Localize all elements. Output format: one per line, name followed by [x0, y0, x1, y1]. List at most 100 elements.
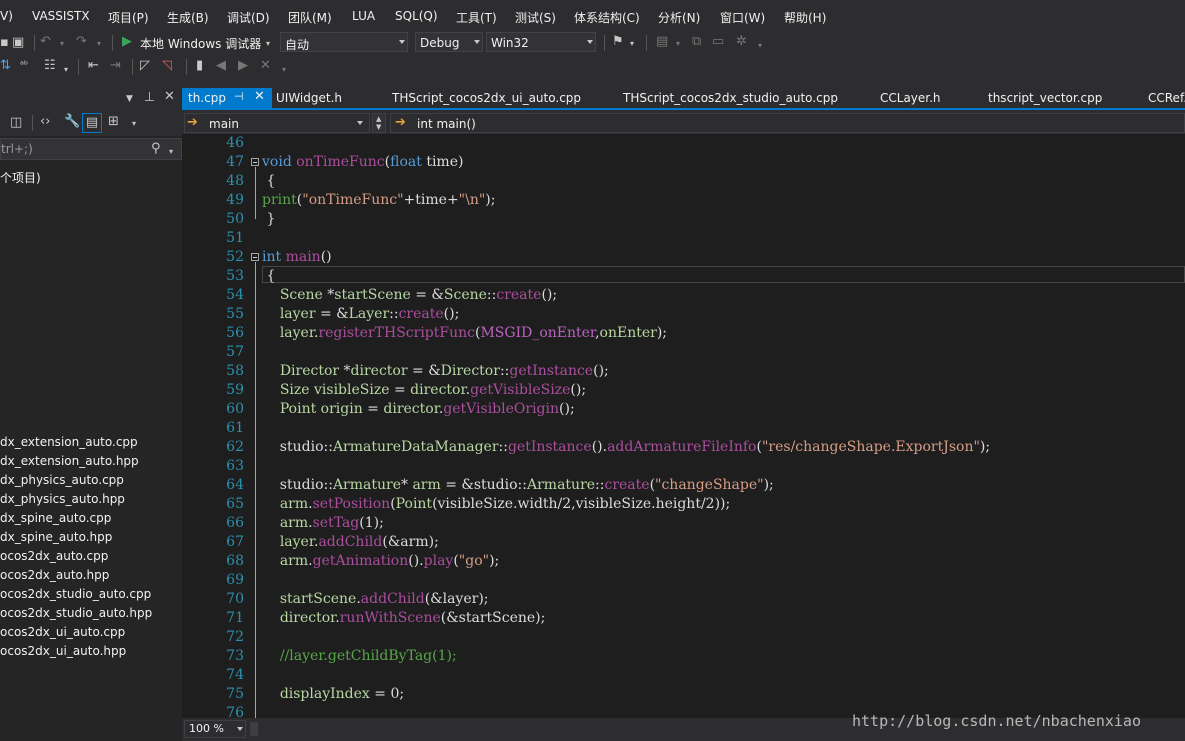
file-item[interactable]: ocos2dx_ui_auto.hpp — [0, 644, 126, 658]
uncomment-icon[interactable]: ◹ — [162, 59, 172, 73]
menu-item-vassistx[interactable]: VASSISTX — [32, 9, 90, 23]
line-number: 53 — [226, 268, 244, 284]
code-editor[interactable]: void onTimeFunc(float time) { print("onT… — [182, 134, 1185, 718]
zoom-combo[interactable]: 100 % — [184, 720, 246, 738]
menu-item-analyze[interactable]: 分析(N) — [658, 9, 700, 26]
file-item[interactable]: ocos2dx_studio_auto.hpp — [0, 606, 152, 620]
tab-cclayer-h[interactable]: CCLayer.h — [880, 88, 980, 108]
redo-icon[interactable]: ↷ — [76, 35, 87, 49]
indent-icon[interactable]: ⇥ — [110, 59, 121, 73]
file-item[interactable]: ocos2dx_auto.cpp — [0, 549, 108, 563]
close-icon[interactable]: ✕ — [164, 90, 175, 104]
file-item[interactable]: dx_physics_auto.cpp — [0, 473, 124, 487]
menu-item-sql[interactable]: SQL(Q) — [395, 9, 438, 23]
menu-item-debug[interactable]: 调试(D) — [227, 9, 270, 26]
document-tabs: th.cpp ⊣ ✕ UIWidget.h THScript_cocos2dx_… — [182, 88, 1185, 110]
file-item[interactable]: ocos2dx_ui_auto.cpp — [0, 625, 125, 639]
toolbar-dropdown-icon[interactable]: ▾ — [132, 117, 136, 131]
sync-icon[interactable]: ◫ — [10, 116, 22, 130]
menu-item-help[interactable]: 帮助(H) — [784, 9, 826, 26]
fold-collapse-icon[interactable] — [251, 158, 259, 166]
class-view-icon[interactable]: ⊞ — [108, 115, 119, 129]
format-dropdown-icon[interactable]: ▾ — [64, 63, 68, 77]
menu-item-tools[interactable]: 工具(T) — [456, 9, 497, 26]
spelling-icon[interactable]: ᵃᵇ — [20, 59, 28, 73]
close-icon[interactable]: ✕ — [254, 89, 265, 104]
line-number: 59 — [226, 382, 244, 398]
show-all-files-icon[interactable]: ▤ — [82, 113, 102, 133]
pin-icon[interactable]: ⊣ — [234, 90, 244, 103]
tab-studio-auto-cpp[interactable]: THScript_cocos2dx_studio_auto.cpp — [623, 88, 873, 108]
search-options-icon[interactable]: ▾ — [169, 145, 173, 159]
build-config-combo[interactable]: Debug — [415, 32, 483, 52]
tools-icon[interactable]: ✲ — [736, 35, 747, 49]
menu-item-team[interactable]: 团队(M) — [288, 9, 332, 26]
undo-icon[interactable]: ↶ — [40, 35, 51, 49]
file-item[interactable]: dx_extension_auto.hpp — [0, 454, 139, 468]
scope-combo[interactable]: ➔ main — [184, 113, 370, 133]
toggle-bookmark-icon[interactable]: ▮ — [196, 59, 203, 73]
tab-ui-auto-cpp[interactable]: THScript_cocos2dx_ui_auto.cpp — [392, 88, 617, 108]
platform-combo[interactable]: Win32 — [486, 32, 596, 52]
file-item[interactable]: ocos2dx_studio_auto.cpp — [0, 587, 151, 601]
horizontal-scrollbar[interactable] — [250, 722, 258, 736]
fold-collapse-icon[interactable] — [251, 253, 259, 261]
bookmark-dropdown-icon[interactable]: ▾ — [676, 37, 680, 51]
menu-item-test[interactable]: 测试(S) — [515, 9, 556, 26]
attach-dropdown-icon[interactable]: ▾ — [630, 37, 634, 51]
tab-uiwidget-h[interactable]: UIWidget.h — [274, 88, 384, 108]
split-button[interactable]: ▲ ▼ — [372, 113, 386, 133]
next-bookmark-icon[interactable]: ▶ — [238, 59, 248, 73]
redo-dropdown-icon[interactable]: ▾ — [97, 37, 101, 51]
tab-th-cpp[interactable]: th.cpp ⊣ ✕ — [182, 88, 272, 108]
save-all-icon[interactable]: ▣ — [12, 36, 24, 50]
search-icon[interactable]: ⚲ — [151, 142, 161, 156]
solution-root-item[interactable]: 个项目) — [0, 169, 41, 186]
chevron-down-icon — [237, 727, 243, 731]
menu-item-build[interactable]: 生成(B) — [167, 9, 209, 26]
line-number: 62 — [226, 439, 244, 455]
code-view-icon[interactable]: ‹› — [40, 115, 50, 129]
prev-bookmark-icon[interactable]: ◀ — [216, 59, 226, 73]
standard-toolbar: ▪ ▣ ↶ ▾ ↷ ▾ ▶ 本地 Windows 调试器 ▾ 自动 Debug … — [0, 32, 1185, 54]
pin-icon[interactable]: ⊥ — [144, 91, 155, 105]
file-item[interactable]: dx_spine_auto.cpp — [0, 511, 111, 525]
chevron-down-icon — [357, 121, 363, 125]
attach-process-icon[interactable]: ⚑ — [612, 35, 624, 49]
file-item[interactable]: dx_spine_auto.hpp — [0, 530, 112, 544]
comment-icon[interactable]: ◸ — [140, 59, 150, 73]
window-icon[interactable]: ▭ — [712, 35, 724, 49]
bookmark-icon[interactable]: ▤ — [656, 35, 668, 49]
solution-explorer: ▼ ⊥ ✕ ◫ ‹› 🔧 ▤ ⊞ ▾ trl+;) ⚲ ▾ 个项目) dx_ex… — [0, 88, 182, 741]
tab-thscript-vector-cpp[interactable]: thscript_vector.cpp — [988, 88, 1138, 108]
properties-icon[interactable]: 🔧 — [64, 115, 80, 129]
menu-item-lua[interactable]: LUA — [352, 9, 375, 23]
tab-ccref-h[interactable]: CCRef.h — [1148, 88, 1185, 108]
file-item[interactable]: ocos2dx_auto.hpp — [0, 568, 109, 582]
overflow-icon[interactable]: ▾ — [758, 39, 762, 53]
panel-dropdown-icon[interactable]: ▼ — [126, 92, 133, 106]
save-icon[interactable]: ▪ — [0, 36, 9, 50]
file-item[interactable]: dx_extension_auto.cpp — [0, 435, 138, 449]
solution-search-input[interactable]: trl+;) ⚲ ▾ — [0, 138, 182, 160]
menu-item-project[interactable]: 项目(P) — [108, 9, 149, 26]
debugger-dropdown-icon[interactable]: ▾ — [266, 37, 270, 51]
member-combo[interactable]: ➔ int main() — [390, 113, 1185, 133]
outdent-icon[interactable]: ⇤ — [88, 59, 99, 73]
format-icon[interactable]: ☷ — [44, 59, 56, 73]
find-icon[interactable]: ⧉ — [692, 35, 701, 49]
chevron-down-icon: ▼ — [376, 123, 382, 131]
start-debug-icon[interactable]: ▶ — [122, 35, 132, 49]
overflow-icon[interactable]: ▾ — [282, 63, 286, 77]
line-number: 64 — [226, 477, 244, 493]
start-debugger-button[interactable]: 本地 Windows 调试器 — [140, 35, 261, 52]
line-number: 66 — [226, 515, 244, 531]
menu-item-view[interactable]: V) — [0, 9, 13, 23]
file-item[interactable]: dx_physics_auto.hpp — [0, 492, 125, 506]
menu-item-window[interactable]: 窗口(W) — [720, 9, 765, 26]
va-icon[interactable]: ⇅ — [0, 59, 11, 73]
solution-config-combo[interactable]: 自动 — [280, 32, 408, 52]
undo-dropdown-icon[interactable]: ▾ — [60, 37, 64, 51]
clear-bookmarks-icon[interactable]: ✕ — [260, 59, 271, 73]
menu-item-architecture[interactable]: 体系结构(C) — [574, 9, 640, 26]
